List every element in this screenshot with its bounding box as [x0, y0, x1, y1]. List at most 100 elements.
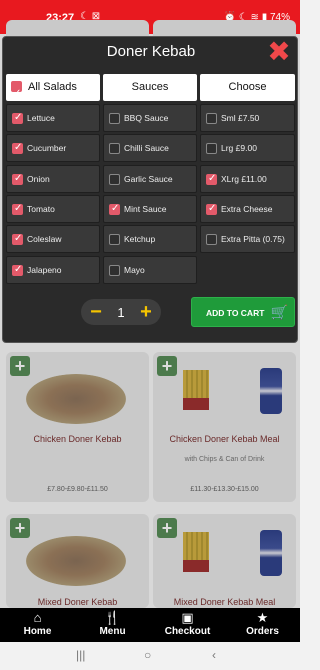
option-tomato[interactable]: Tomato — [6, 195, 100, 223]
column-label: All Salads — [28, 81, 77, 93]
back-icon[interactable]: ‹ — [212, 648, 216, 662]
card-subtitle: with Chips & Can of Drink — [184, 456, 265, 463]
option-extra-cheese[interactable]: Extra Cheese — [200, 195, 295, 223]
bag-icon: ▣ — [181, 610, 194, 625]
nav-menu[interactable]: 🍴 Menu — [75, 608, 150, 642]
menu-card[interactable]: + Mixed Doner Kebab — [6, 514, 149, 608]
option-coleslaw[interactable]: Coleslaw — [6, 225, 100, 253]
option-label: Jalapeno — [27, 265, 62, 275]
menu-card[interactable]: + Chicken Doner Kebab Meal with Chips & … — [153, 352, 296, 502]
all-salads-checkbox[interactable] — [11, 80, 22, 107]
option-label: Ketchup — [124, 234, 156, 244]
add-plus-icon[interactable]: + — [157, 356, 177, 376]
option-cucumber[interactable]: Cucumber — [6, 134, 100, 162]
sauces-header: Sauces — [103, 74, 197, 101]
option-label: Extra Pitta (0.75) — [221, 234, 285, 244]
option-jalapeno[interactable]: Jalapeno — [6, 256, 100, 284]
add-to-cart-button[interactable]: ADD TO CART 🛒 — [191, 297, 295, 327]
kebab-image — [26, 536, 126, 586]
checkbox[interactable] — [206, 234, 217, 245]
all-salads-header[interactable]: All Salads — [6, 74, 100, 107]
system-nav-bar: ||| ○ ‹ — [0, 642, 300, 670]
card-price: £7.80-£9.80-£11.50 — [47, 486, 108, 493]
checkbox[interactable] — [109, 113, 120, 124]
checkbox[interactable] — [12, 203, 23, 215]
option-label: Lettuce — [27, 113, 55, 123]
nav-label: Menu — [99, 626, 126, 637]
nav-orders[interactable]: ★ Orders — [225, 608, 300, 642]
home-circle-icon[interactable]: ○ — [144, 648, 151, 662]
checkbox[interactable] — [206, 113, 217, 124]
option-mayo[interactable]: Mayo — [103, 256, 197, 284]
option-label: Mint Sauce — [124, 204, 167, 214]
option-lettuce[interactable]: Lettuce — [6, 104, 100, 132]
checkbox[interactable] — [206, 203, 217, 215]
star-icon: ★ — [256, 610, 269, 625]
card-title: Chicken Doner Kebab Meal — [169, 434, 280, 444]
cart-plus-icon: 🛒 — [270, 304, 288, 320]
checkbox[interactable] — [109, 143, 120, 154]
card-title: Mixed Doner Kebab — [37, 597, 118, 607]
nav-label: Home — [23, 626, 52, 637]
quantity-stepper: − 1 + — [81, 299, 161, 325]
checkbox[interactable] — [12, 264, 23, 276]
drink-can-image — [260, 368, 282, 414]
add-plus-icon[interactable]: + — [10, 518, 30, 538]
fries-image — [183, 370, 209, 410]
kebab-image — [26, 374, 126, 424]
checkbox[interactable] — [12, 112, 23, 124]
quantity-plus-button[interactable]: + — [135, 299, 157, 325]
option-label: Tomato — [27, 204, 55, 214]
quantity-minus-button[interactable]: − — [85, 299, 107, 325]
options-modal: Doner Kebab ✖ All Salads Sauces Choose L… — [2, 36, 298, 343]
recents-icon[interactable]: ||| — [76, 648, 85, 662]
nav-checkout[interactable]: ▣ Checkout — [150, 608, 225, 642]
add-plus-icon[interactable]: + — [10, 356, 30, 376]
checkbox[interactable] — [206, 143, 217, 154]
option-label: Coleslaw — [27, 234, 62, 244]
option-label: Extra Cheese — [221, 204, 273, 214]
utensils-icon: 🍴 — [104, 610, 121, 625]
quantity-value: 1 — [117, 305, 125, 320]
option-xlarge[interactable]: XLrg £11.00 — [200, 165, 295, 193]
option-onion[interactable]: Onion — [6, 165, 100, 193]
checkbox[interactable] — [109, 174, 120, 185]
option-large[interactable]: Lrg £9.00 — [200, 134, 295, 162]
choose-header: Choose — [200, 74, 295, 101]
option-small[interactable]: Sml £7.50 — [200, 104, 295, 132]
card-title: Mixed Doner Kebab Meal — [173, 597, 276, 607]
checkbox[interactable] — [109, 203, 120, 215]
checkbox[interactable] — [206, 173, 217, 185]
nav-label: Orders — [246, 626, 279, 637]
fries-image — [183, 532, 209, 572]
close-icon[interactable]: ✖ — [267, 38, 291, 66]
checkbox[interactable] — [12, 173, 23, 185]
option-label: Cucumber — [27, 143, 67, 153]
option-extra-pitta[interactable]: Extra Pitta (0.75) — [200, 225, 295, 253]
option-label: Lrg £9.00 — [221, 143, 257, 153]
card-price: £11.30-£13.30-£15.00 — [190, 486, 259, 493]
checkbox[interactable] — [12, 142, 23, 154]
option-mint-sauce[interactable]: Mint Sauce — [103, 195, 197, 223]
menu-card[interactable]: + Mixed Doner Kebab Meal — [153, 514, 296, 608]
nav-home[interactable]: ⌂ Home — [0, 608, 75, 642]
checkbox[interactable] — [109, 234, 120, 245]
option-label: Garlic Sauce — [124, 174, 173, 184]
option-label: BBQ Sauce — [124, 113, 169, 123]
option-label: Mayo — [124, 265, 145, 275]
add-plus-icon[interactable]: + — [157, 518, 177, 538]
bottom-nav: ⌂ Home 🍴 Menu ▣ Checkout ★ Orders — [0, 608, 300, 642]
option-label: Sml £7.50 — [221, 113, 260, 123]
menu-card[interactable]: + Chicken Doner Kebab £7.80-£9.80-£11.50 — [6, 352, 149, 502]
modal-title: Doner Kebab — [106, 43, 196, 60]
home-icon: ⌂ — [33, 610, 42, 625]
card-title: Chicken Doner Kebab — [33, 434, 122, 444]
option-chilli-sauce[interactable]: Chilli Sauce — [103, 134, 197, 162]
checkbox[interactable] — [109, 265, 120, 276]
option-label: Onion — [27, 174, 50, 184]
option-ketchup[interactable]: Ketchup — [103, 225, 197, 253]
checkbox[interactable] — [12, 233, 23, 245]
option-garlic-sauce[interactable]: Garlic Sauce — [103, 165, 197, 193]
option-bbq-sauce[interactable]: BBQ Sauce — [103, 104, 197, 132]
option-label: Chilli Sauce — [124, 143, 169, 153]
